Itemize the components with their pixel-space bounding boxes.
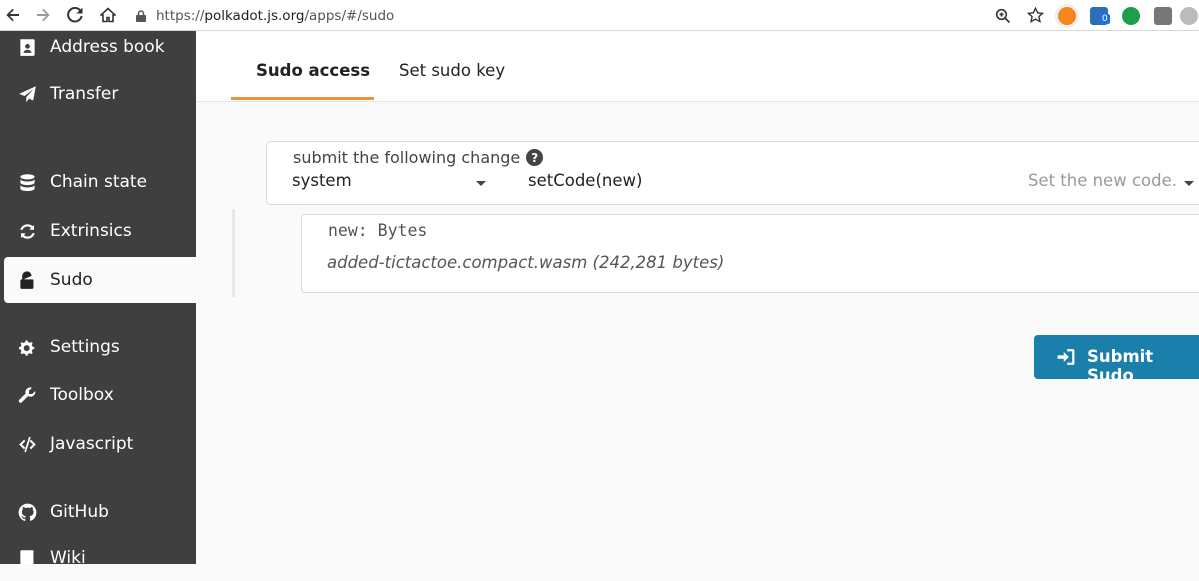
extrinsic-selector: submit the following change ? system set…	[266, 141, 1199, 205]
param-new-bytes[interactable]: new: Bytes added-tictactoe.compact.wasm …	[301, 214, 1199, 293]
polkadot-extension-icon[interactable]: 0	[1083, 0, 1115, 31]
sidebar-item-transfer[interactable]: Transfer	[0, 71, 196, 117]
sync-icon	[17, 221, 37, 241]
sidebar-item-label: Sudo	[50, 270, 93, 290]
module-caret-icon[interactable]	[476, 181, 486, 186]
database-icon	[17, 172, 37, 192]
sidebar-item-label: Wiki	[50, 548, 86, 568]
bookmark-star-icon[interactable]	[1019, 0, 1051, 31]
tab-bar: Sudo access Set sudo key	[196, 31, 1199, 102]
sidebar-item-label: Settings	[50, 337, 120, 357]
extrinsic-label: submit the following change ?	[293, 148, 544, 167]
param-file-value[interactable]: added-tictactoe.compact.wasm (242,281 by…	[327, 253, 724, 272]
submit-sudo-label: Submit Sudo	[1087, 347, 1154, 385]
param-label: new: Bytes	[328, 221, 428, 240]
sign-in-icon	[1057, 349, 1075, 365]
method-dropdown[interactable]: setCode(new)	[528, 171, 642, 190]
book-icon	[17, 548, 37, 568]
url-domain: polkadot.js.org	[204, 7, 305, 24]
github-icon	[17, 502, 37, 522]
sidebar-item-wiki[interactable]: Wiki	[0, 535, 196, 581]
url-prefix: https://	[156, 7, 205, 24]
module-dropdown[interactable]: system	[292, 171, 492, 190]
sidebar-item-label: Transfer	[50, 84, 119, 104]
sidebar-item-label: Toolbox	[50, 385, 114, 405]
param-indent-rule	[232, 209, 235, 297]
gray-extension-icon[interactable]	[1147, 0, 1179, 31]
active-tab-indicator	[231, 97, 374, 100]
sidebar-item-label: GitHub	[50, 502, 109, 522]
cogs-icon	[17, 337, 37, 357]
metamask-extension-icon[interactable]	[1051, 0, 1083, 31]
zoom-icon[interactable]	[987, 0, 1019, 31]
tab-set-sudo-key[interactable]: Set sudo key	[399, 61, 505, 80]
wrench-icon	[17, 385, 37, 405]
sidebar-item-address-book[interactable]: Address book	[0, 24, 196, 70]
address-book-icon	[17, 37, 37, 57]
sidebar-item-label: Address book	[50, 37, 165, 57]
module-value: system	[292, 171, 352, 190]
lock-icon	[136, 9, 146, 22]
paper-plane-icon	[17, 84, 37, 104]
help-icon[interactable]: ?	[526, 149, 544, 166]
profile-avatar-icon[interactable]	[1179, 0, 1199, 31]
sidebar-item-chain-state[interactable]: Chain state	[0, 159, 196, 205]
sidebar-item-label: Extrinsics	[50, 221, 132, 241]
extrinsic-label-text: submit the following change	[293, 148, 521, 167]
sidebar-item-toolbox[interactable]: Toolbox	[0, 372, 196, 418]
extension-badge: 0	[1100, 14, 1110, 24]
green-extension-icon[interactable]	[1115, 0, 1147, 31]
method-caret-icon[interactable]	[1184, 181, 1194, 186]
method-value: setCode(new)	[528, 171, 643, 190]
submit-sudo-button[interactable]: Submit Sudo	[1034, 335, 1199, 385]
sidebar-item-label: Javascript	[50, 434, 134, 454]
sidebar-item-extrinsics[interactable]: Extrinsics	[0, 208, 196, 254]
code-icon	[17, 434, 37, 454]
main-content: Sudo access Set sudo key submit the foll…	[196, 31, 1199, 564]
unlock-icon	[17, 270, 37, 290]
sidebar-item-github[interactable]: GitHub	[0, 489, 196, 535]
sidebar: Address book Transfer Chain state Extrin…	[0, 31, 196, 568]
tab-sudo-access[interactable]: Sudo access	[256, 61, 370, 80]
sidebar-item-label: Chain state	[50, 172, 148, 192]
method-description: Set the new code.	[1027, 171, 1177, 190]
sidebar-item-javascript[interactable]: Javascript	[0, 421, 196, 467]
sidebar-item-settings[interactable]: Settings	[0, 324, 196, 370]
sidebar-item-sudo[interactable]: Sudo	[4, 257, 196, 303]
url-path: /apps/#/sudo	[304, 7, 395, 24]
